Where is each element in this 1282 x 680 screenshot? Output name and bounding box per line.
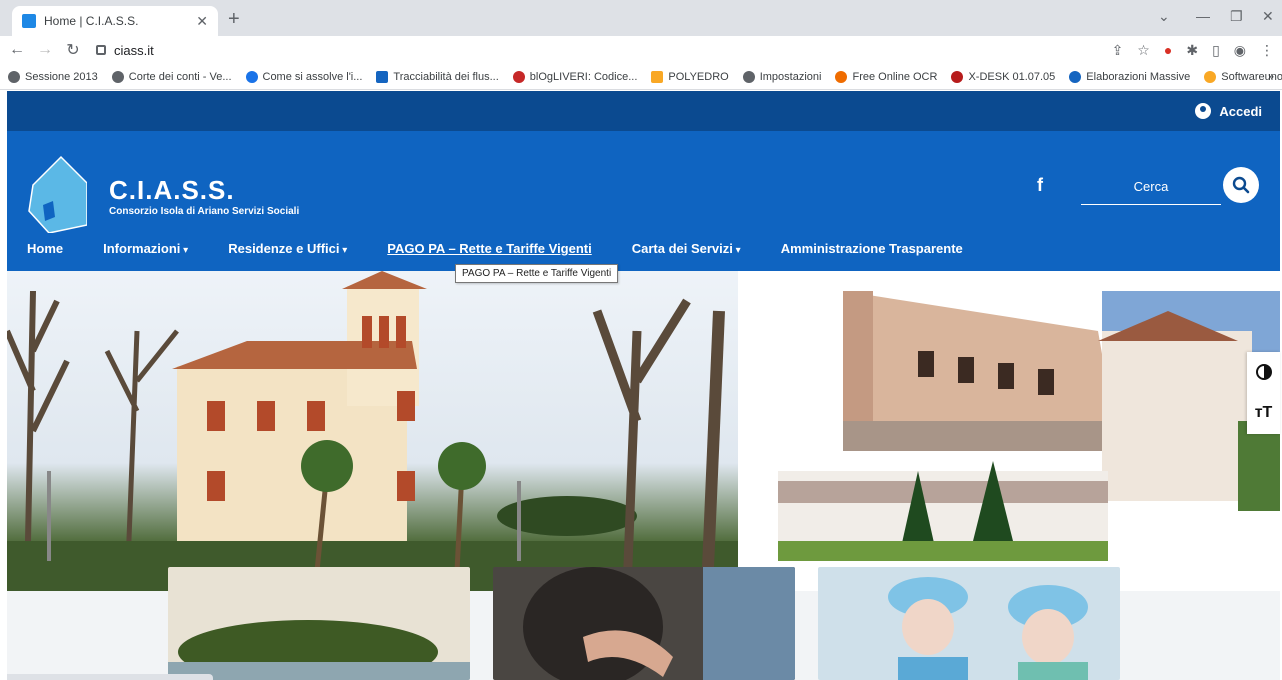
browser-tabstrip: Home | C.I.A.S.S. ✕ + ⌄ — ❐ ✕ [0, 0, 1282, 36]
bookmark-item[interactable]: Tracciabilità dei flus... [376, 70, 499, 83]
window-close-icon[interactable]: ✕ [1262, 8, 1274, 25]
card-image-physio[interactable] [493, 567, 795, 680]
site-header: C.I.A.S.S. Consorzio Isola di Ariano Ser… [7, 131, 1280, 271]
bookmark-icon [245, 70, 258, 83]
chevron-right-icon[interactable]: » [1268, 71, 1274, 83]
nav-home[interactable]: Home [27, 241, 63, 256]
share-icon[interactable]: ⇪ [1112, 42, 1124, 59]
chevron-down-icon[interactable]: ⌄ [1158, 8, 1170, 25]
bookmark-item[interactable]: Corte dei conti - Ve... [111, 70, 232, 83]
nav-carta-servizi[interactable]: Carta dei Servizi [632, 241, 741, 256]
facebook-icon[interactable]: f [1037, 175, 1043, 196]
bookmark-item[interactable]: X-DESK 01.07.05 [951, 70, 1055, 83]
restore-icon[interactable]: ❐ [1230, 8, 1243, 25]
bookmark-icon [951, 70, 964, 83]
bookmarks-bar: Sessione 2013 Corte dei conti - Ve... Co… [0, 64, 1282, 90]
bookmark-icon [835, 70, 848, 83]
bookmark-icon [8, 70, 20, 83]
nav-tooltip: PAGO PA – Rette e Tariffe Vigenti [455, 264, 619, 283]
island-photo [168, 567, 470, 680]
close-icon[interactable]: ✕ [196, 13, 208, 30]
main-nav: Home Informazioni Residenze e Uffici PAG… [27, 241, 963, 256]
minimize-icon[interactable]: — [1196, 8, 1210, 24]
login-button[interactable]: Accedi [1195, 103, 1262, 119]
brand[interactable]: C.I.A.S.S. Consorzio Isola di Ariano Ser… [109, 175, 299, 217]
bookmark-item[interactable]: POLYEDRO [651, 70, 729, 83]
brand-name: C.I.A.S.S. [109, 175, 235, 205]
bookmark-icon [651, 70, 664, 83]
puzzle-icon[interactable]: ✱ [1186, 42, 1198, 59]
search-icon [1232, 176, 1250, 194]
extension-icon[interactable]: ● [1164, 42, 1172, 59]
nav-pago-pa[interactable]: PAGO PA – Rette e Tariffe Vigenti [387, 241, 591, 256]
nurses-photo [818, 567, 1120, 680]
browser-tab[interactable]: Home | C.I.A.S.S. ✕ [12, 6, 218, 36]
collage-photo [778, 291, 1280, 561]
bookmark-item[interactable]: Impostazioni [742, 70, 821, 83]
menu-icon[interactable]: ⋮ [1260, 42, 1274, 59]
site-favicon-icon [22, 14, 36, 28]
address-bar: ← → ↻ ciass.it ⇪ ☆ ● ✱ ▯ ◉ ⋮ [0, 36, 1282, 64]
forward-icon[interactable]: → [34, 41, 56, 59]
url-field[interactable]: ciass.it [96, 43, 154, 58]
globe-icon [1069, 70, 1082, 83]
status-bar [7, 674, 213, 680]
contrast-icon[interactable] [1255, 364, 1272, 380]
bookmark-icon [1204, 70, 1217, 83]
sidepanel-icon[interactable]: ▯ [1212, 42, 1220, 59]
new-tab-icon[interactable]: + [228, 8, 240, 31]
bookmark-icon [376, 70, 389, 83]
gear-icon [742, 70, 755, 83]
profile-icon[interactable]: ◉ [1234, 42, 1246, 59]
physio-photo [493, 567, 795, 680]
bookmark-icon [512, 70, 525, 83]
nav-residenze-uffici[interactable]: Residenze e Uffici [228, 241, 347, 256]
lock-icon [96, 45, 106, 55]
text-size-icon[interactable]: тT [1255, 404, 1273, 422]
user-icon [1195, 103, 1212, 119]
bookmark-item[interactable]: Come si assolve l'i... [245, 70, 362, 83]
bookmark-icon [111, 70, 124, 83]
card-image-nurses[interactable] [818, 567, 1120, 680]
search-input[interactable]: Cerca [1081, 173, 1221, 205]
hero-image-villa [7, 271, 738, 591]
tab-title: Home | C.I.A.S.S. [44, 14, 139, 28]
site-topbar: Accedi [7, 91, 1280, 131]
bookmark-item[interactable]: blOgLIVERI: Codice... [512, 70, 637, 83]
back-icon[interactable]: ← [6, 41, 28, 59]
bookmark-item[interactable]: Elaborazioni Massive [1069, 70, 1190, 83]
brand-subtitle: Consorzio Isola di Ariano Servizi Social… [109, 206, 300, 217]
villa-photo [7, 271, 738, 591]
hero-image-collage [738, 271, 1280, 591]
reload-icon[interactable]: ↻ [62, 40, 84, 60]
nav-amministrazione-trasparente[interactable]: Amministrazione Trasparente [781, 241, 963, 256]
bookmark-item[interactable]: Sessione 2013 [8, 70, 98, 83]
accessibility-toolbar: тT [1247, 352, 1280, 434]
url-text: ciass.it [114, 42, 154, 58]
house-logo-icon[interactable] [25, 155, 87, 233]
search-button[interactable] [1223, 167, 1259, 203]
card-image-island[interactable] [168, 567, 470, 680]
star-icon[interactable]: ☆ [1137, 42, 1150, 59]
nav-informazioni[interactable]: Informazioni [103, 241, 188, 256]
bookmark-item[interactable]: Free Online OCR [835, 70, 937, 83]
